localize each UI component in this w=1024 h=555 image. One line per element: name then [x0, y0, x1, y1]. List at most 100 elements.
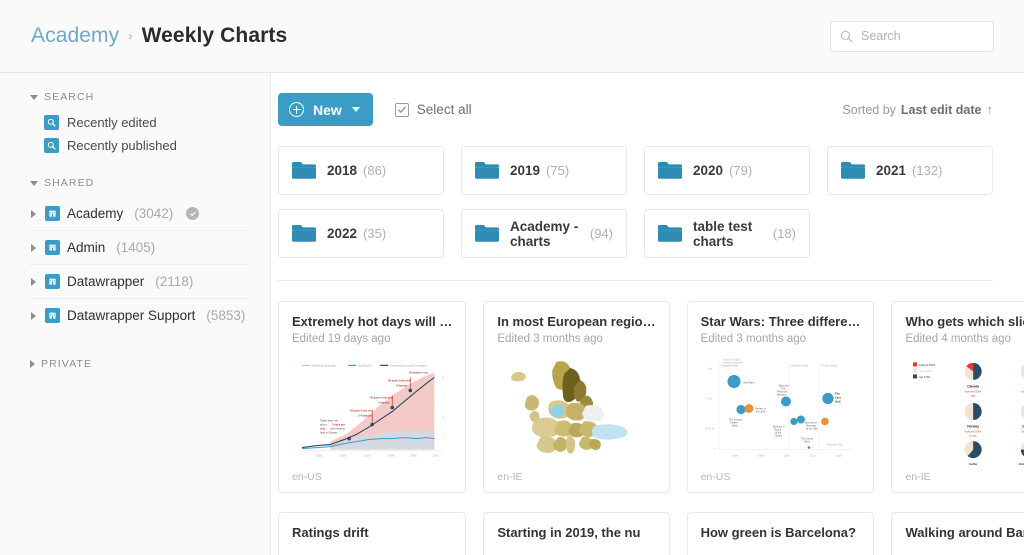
folder-label: 2018 (86)	[327, 163, 430, 178]
folder-card-2018[interactable]: 2018 (86)	[278, 146, 444, 195]
folder-card-table-test-charts[interactable]: table test charts (18)	[644, 209, 810, 258]
sidebar-item-recently-edited[interactable]: Recently edited	[30, 111, 248, 134]
folder-icon	[658, 162, 682, 179]
sidebar-section-label: SEARCH	[44, 91, 95, 103]
folder-card-2019[interactable]: 2019 (75)	[461, 146, 627, 195]
sidebar-item-datawrapper-support[interactable]: Datawrapper Support (5853)	[30, 299, 248, 332]
saved-search-icon	[44, 138, 59, 153]
triangle-right-icon	[31, 209, 36, 218]
folder-count: (86)	[363, 163, 387, 178]
organization-icon	[45, 308, 60, 323]
svg-text:5 days/yr: 5 days/yr	[378, 400, 389, 404]
folder-card-2021[interactable]: 2021 (132)	[827, 146, 993, 195]
folder-name: Academy - charts	[510, 218, 579, 249]
sidebar-item-academy[interactable]: Academy (3042)	[30, 197, 248, 231]
svg-text:year: year	[320, 427, 325, 431]
search-icon	[840, 30, 853, 42]
svg-text:Sequel trilogy: Sequel trilogy	[821, 364, 838, 368]
chart-card-walking-barcelona[interactable]: Walking around Barcelo	[891, 512, 1024, 555]
svg-text:3 bn: 3 bn	[707, 367, 713, 371]
svg-text:Back: Back	[732, 423, 738, 427]
svg-text:2000: 2000	[340, 454, 347, 458]
folder-count: (18)	[772, 226, 796, 241]
new-button[interactable]: New	[278, 93, 373, 126]
folder-label: 2020 (79)	[693, 163, 796, 178]
chart-edited-date: Edited 4 months ago	[905, 333, 1011, 345]
sidebar-section-search-header[interactable]: SEARCH	[30, 91, 248, 103]
sidebar-section-private-header[interactable]: PRIVATE	[30, 358, 248, 370]
search-box[interactable]	[830, 20, 994, 52]
svg-text:United States: United States	[1019, 463, 1024, 465]
triangle-right-icon	[31, 311, 36, 320]
sort-control[interactable]: Sorted by Last edit date ↑	[842, 102, 993, 117]
app-header: Academy › Weekly Charts	[0, 0, 1024, 73]
chart-card-starting-2019[interactable]: Starting in 2019, the nu	[483, 512, 670, 555]
folder-count: (132)	[912, 163, 943, 178]
folder-card-2022[interactable]: 2022 (35)	[278, 209, 444, 258]
sidebar-item-recently-published[interactable]: Recently published	[30, 134, 248, 157]
chart-locale: en-US	[700, 471, 731, 483]
svg-text:3-4 days/yr: 3-4 days/yr	[358, 414, 372, 418]
chart-thumbnail-pies: bottom 50% next 40% top 10% Canada botto…	[905, 352, 1024, 465]
svg-text:top 10%: top 10%	[920, 375, 931, 379]
chart-card-slice-of-pie[interactable]: Who gets which slice of… Edited 4 months…	[891, 301, 1024, 493]
svg-text:Wars: Wars	[804, 439, 811, 443]
folder-grid: 2018 (86) 2019 (75) 2020 (79) 2021 (132)…	[278, 146, 993, 280]
triangle-down-icon	[30, 94, 38, 100]
sidebar-item-label: Recently edited	[67, 115, 157, 130]
triangle-right-icon	[31, 243, 36, 252]
svg-text:heat in Europe: heat in Europe	[320, 431, 337, 435]
chart-edited-date: Edited 3 months ago	[497, 333, 603, 345]
triangle-right-icon	[31, 277, 36, 286]
sidebar-org-name: Academy	[67, 206, 124, 221]
chart-card-star-wars[interactable]: Star Wars: Three differe… Edited 3 month…	[686, 301, 875, 493]
svg-text:2060: 2060	[410, 454, 417, 458]
sidebar-org-count: (2118)	[155, 274, 194, 289]
sidebar-item-datawrapper[interactable]: Datawrapper (2118)	[30, 265, 248, 299]
svg-text:bottom 50%: bottom 50%	[920, 363, 936, 367]
triangle-right-icon	[30, 360, 35, 368]
organization-icon	[45, 274, 60, 289]
folder-count: (79)	[729, 163, 753, 178]
checkbox-icon[interactable]	[394, 102, 409, 117]
svg-text:2000: 2000	[784, 453, 790, 457]
svg-text:2020: 2020	[364, 454, 371, 458]
sidebar-org-count: (1405)	[116, 240, 156, 255]
svg-text:0: 0	[713, 446, 715, 450]
sidebar-org-name: Datawrapper	[67, 274, 145, 289]
chart-card-extremely-hot-days[interactable]: Extremely hot days will … Edited 19 days…	[278, 301, 467, 493]
sidebar-section-label: SHARED	[44, 177, 95, 189]
folder-card-academy-charts[interactable]: Academy - charts (94)	[461, 209, 627, 258]
chart-title: Extremely hot days will …	[292, 314, 453, 329]
sidebar-section-shared-header[interactable]: SHARED	[30, 177, 248, 189]
svg-text:Release Year: Release Year	[827, 442, 843, 446]
folder-label: 2021 (132)	[876, 163, 979, 178]
chart-card-ratings-drift[interactable]: Ratings drift	[278, 512, 467, 555]
sort-direction-icon: ↑	[986, 102, 994, 117]
select-all-label: Select all	[416, 102, 472, 117]
svg-text:1.7%: 1.7%	[970, 434, 977, 438]
chart-card-how-green-barcelona[interactable]: How green is Barcelona?	[686, 512, 875, 555]
svg-text:6: 6	[442, 395, 444, 399]
folder-icon	[475, 162, 499, 179]
folder-name: 2021	[876, 163, 907, 178]
chart-card-european-regions[interactable]: In most European regio… Edited 3 months …	[483, 301, 670, 493]
svg-text:the Jedi: the Jedi	[756, 409, 765, 413]
verified-check-icon	[186, 207, 200, 220]
sidebar-org-count: (5853)	[206, 308, 246, 323]
chart-thumbnail-map	[497, 352, 655, 465]
sidebar-item-admin[interactable]: Admin (1405)	[30, 231, 248, 265]
sidebar-section-label: PRIVATE	[41, 358, 93, 370]
svg-text:1980: 1980	[316, 454, 323, 458]
sort-prefix: Sorted by	[842, 103, 896, 117]
folder-card-2020[interactable]: 2020 (79)	[644, 146, 810, 195]
breadcrumb-parent-link[interactable]: Academy	[31, 24, 119, 48]
sidebar: SEARCH Recently edited Recently publishe…	[0, 73, 271, 555]
select-all-control[interactable]: Select all	[394, 102, 472, 117]
sidebar-org-name: Admin	[67, 240, 106, 255]
search-input[interactable]	[861, 29, 984, 43]
svg-text:with extreme: with extreme	[330, 427, 345, 431]
folder-label: Academy - charts (94)	[510, 219, 613, 249]
folder-icon	[292, 225, 316, 242]
